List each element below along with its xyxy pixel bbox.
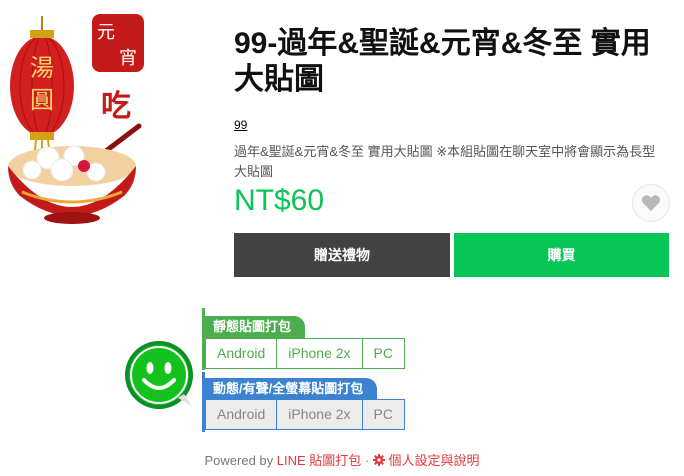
powered-by-text: Powered by xyxy=(204,453,274,468)
yuanxiao-badge: 元 宵 xyxy=(92,14,144,72)
gift-button[interactable]: 贈送禮物 xyxy=(234,233,450,277)
animated-pack-options: Android iPhone 2x PC xyxy=(205,399,405,430)
static-pc-button[interactable]: PC xyxy=(361,338,405,369)
eat-char: 吃 xyxy=(101,89,131,124)
animated-iphone-button[interactable]: iPhone 2x xyxy=(276,399,363,430)
product-title: 99-過年&聖誕&元宵&冬至 實用大貼圖 xyxy=(234,27,651,96)
badge-char-1: 元 xyxy=(97,22,115,43)
animated-android-button[interactable]: Android xyxy=(205,399,278,430)
gear-icon xyxy=(372,454,385,466)
heart-icon xyxy=(641,195,661,211)
product-price: NT$60 xyxy=(234,184,325,217)
settings-link[interactable]: 個人設定與說明 xyxy=(372,453,480,468)
lantern-char-2: 圓 xyxy=(30,86,54,114)
bowl-illustration xyxy=(8,145,136,224)
static-pack-options: Android iPhone 2x PC xyxy=(205,338,405,369)
animated-pack-label: 動態/有聲/全螢幕貼圖打包 xyxy=(205,378,378,400)
animated-pc-button[interactable]: PC xyxy=(361,399,405,430)
settings-link-label: 個人設定與說明 xyxy=(388,453,480,468)
static-pack-label: 靜態貼圖打包 xyxy=(205,316,306,338)
static-iphone-button[interactable]: iPhone 2x xyxy=(276,338,363,369)
lantern-char-1: 湯 xyxy=(30,54,54,82)
wishlist-button[interactable] xyxy=(632,184,670,222)
footer: Powered by LINE 貼圖打包 · 個人設定與說明 xyxy=(0,450,684,469)
badge-char-2: 宵 xyxy=(119,48,137,69)
author-link[interactable]: 99 xyxy=(234,118,247,132)
tool-link[interactable]: LINE 貼圖打包 xyxy=(277,453,362,468)
static-android-button[interactable]: Android xyxy=(205,338,278,369)
product-description: 過年&聖誕&元宵&冬至 實用大貼圖 ※本組貼圖在聊天室中將會顯示為長型大貼圖 xyxy=(234,144,656,179)
footer-separator: · xyxy=(364,453,370,468)
buy-button[interactable]: 購買 xyxy=(454,233,669,277)
lantern-illustration: 湯 圓 xyxy=(10,16,74,160)
sticker-main-image: 湯 圓 元 宵 吃 xyxy=(8,14,144,224)
smiley-icon xyxy=(125,341,193,409)
